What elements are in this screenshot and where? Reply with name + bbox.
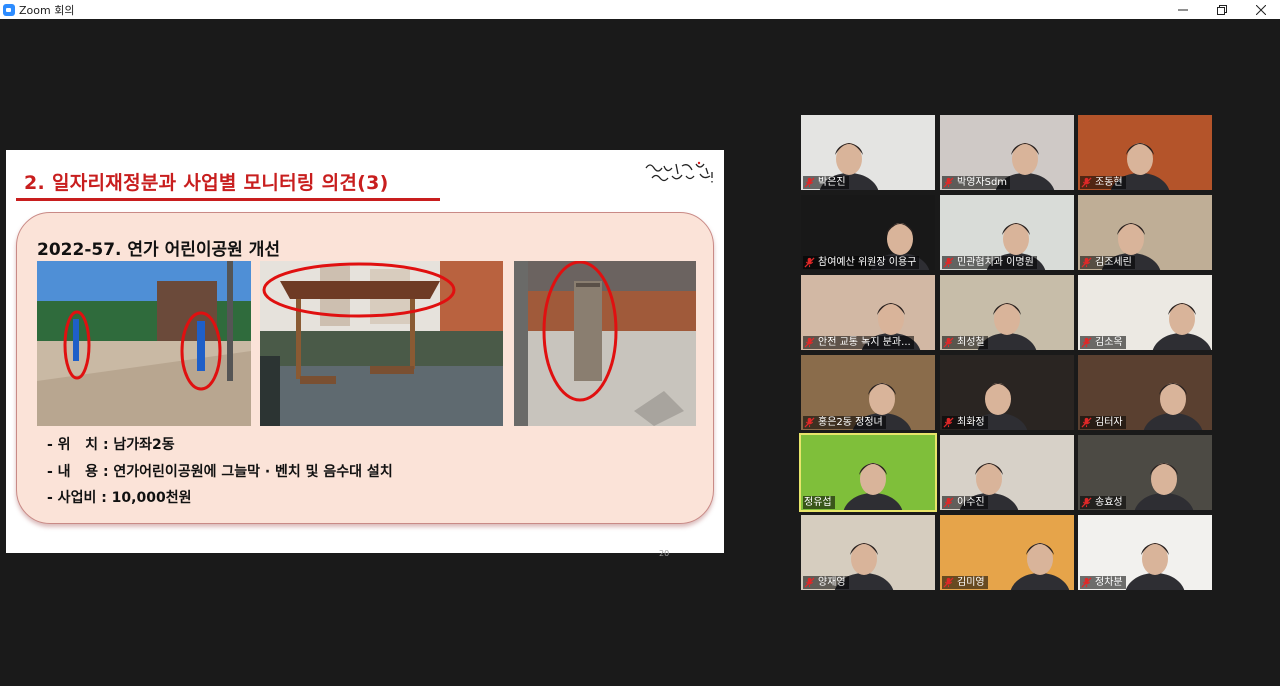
participant-name-label: 박은진 — [803, 176, 849, 189]
project-title: 2022-57. 연가 어린이공원 개선 — [37, 240, 281, 260]
detail-content: - 내 용 : 연가어린이공원에 그늘막 · 벤치 및 음수대 설치 — [47, 464, 393, 480]
muted-microphone-icon — [1081, 417, 1092, 428]
participant-name-label: 김조세린 — [1080, 256, 1135, 269]
muted-microphone-icon — [943, 417, 954, 428]
participant-tile[interactable]: 김조세린 — [1078, 195, 1212, 270]
participant-name: 박은진 — [818, 177, 846, 188]
participant-name-label: 김터자 — [1080, 416, 1126, 429]
close-button[interactable] — [1241, 0, 1280, 19]
participant-name-label: 참여예산 위원장 이용구 — [803, 256, 920, 269]
participant-name: 박영자Sdm — [957, 177, 1008, 188]
participant-name-label: 최화정 — [942, 416, 988, 429]
slide-heading: 2. 일자리재정분과 사업별 모니터링 의견(3) — [24, 172, 389, 194]
minimize-button[interactable] — [1163, 0, 1202, 19]
muted-microphone-icon — [943, 337, 954, 348]
participant-name: 김터자 — [1095, 417, 1123, 428]
participant-name: 정차분 — [1095, 577, 1123, 588]
participant-tile[interactable]: 김미영 — [940, 515, 1074, 590]
participant-tile[interactable]: 김소옥 — [1078, 275, 1212, 350]
window-titlebar: Zoom 회의 — [0, 0, 1280, 19]
participant-name-label: 조동현 — [1080, 176, 1126, 189]
seodaemun-logo — [645, 161, 713, 183]
participant-name-label: 홍은2동 정정녀 — [803, 416, 886, 429]
restore-icon — [1216, 4, 1227, 15]
park-photo-drinking-fountain — [514, 261, 696, 426]
participant-tile[interactable]: 안전 교통 녹지 분과... — [801, 275, 935, 350]
participant-name: 정유섭 — [804, 497, 832, 508]
muted-microphone-icon — [1081, 257, 1092, 268]
participant-tile[interactable]: 양재영 — [801, 515, 935, 590]
shared-screen-slide: 2. 일자리재정분과 사업별 모니터링 의견(3) 2022-57. 연가 어린… — [6, 150, 724, 558]
park-photo-pergola — [260, 261, 503, 426]
participant-name: 안전 교통 녹지 분과... — [818, 337, 911, 348]
window-title: Zoom 회의 — [19, 3, 75, 17]
participant-name: 양재영 — [818, 577, 846, 588]
participant-tile[interactable]: 박은진 — [801, 115, 935, 190]
participant-name: 참여예산 위원장 이용구 — [818, 257, 917, 268]
muted-microphone-icon — [804, 177, 815, 188]
muted-microphone-icon — [943, 577, 954, 588]
muted-microphone-icon — [804, 257, 815, 268]
muted-microphone-icon — [804, 577, 815, 588]
restore-button[interactable] — [1202, 0, 1241, 19]
project-panel: 2022-57. 연가 어린이공원 개선 - 위 치: 남가좌2동 - 내 용… — [16, 212, 714, 524]
muted-microphone-icon — [804, 417, 815, 428]
participant-name-label: 이수진 — [942, 496, 988, 509]
participant-name-label: 김소옥 — [1080, 336, 1126, 349]
participant-tile[interactable]: 참여예산 위원장 이용구 — [801, 195, 935, 270]
muted-microphone-icon — [1081, 337, 1092, 348]
zoom-logo-icon — [3, 3, 15, 16]
participant-name: 이수진 — [957, 497, 985, 508]
participant-name-label: 안전 교통 녹지 분과... — [803, 336, 914, 349]
participant-name: 홍은2동 정정녀 — [818, 417, 883, 428]
park-photo-umbrellas — [37, 261, 251, 426]
participant-name-label: 김미영 — [942, 576, 988, 589]
meeting-area: 2. 일자리재정분과 사업별 모니터링 의견(3) 2022-57. 연가 어린… — [0, 19, 1280, 686]
participant-tile[interactable]: 정유섭 — [799, 433, 937, 512]
participant-tile[interactable]: 정차분 — [1078, 515, 1212, 590]
muted-microphone-icon — [943, 497, 954, 508]
participant-name-label: 정차분 — [1080, 576, 1126, 589]
participant-tile[interactable]: 조동현 — [1078, 115, 1212, 190]
participant-name: 최화정 — [957, 417, 985, 428]
minimize-icon — [1177, 9, 1188, 10]
heading-underline — [16, 198, 440, 201]
muted-microphone-icon — [1081, 497, 1092, 508]
participant-name: 김소옥 — [1095, 337, 1123, 348]
participant-name: 김미영 — [957, 577, 985, 588]
participant-name-label: 박영자Sdm — [942, 176, 1011, 189]
participant-name-label: 민관협치과 이명원 — [942, 256, 1037, 269]
detail-budget: - 사업비 : 10,000천원 — [47, 490, 192, 506]
participant-name-label: 최성철 — [942, 336, 988, 349]
muted-microphone-icon — [1081, 577, 1092, 588]
participant-name: 김조세린 — [1095, 257, 1132, 268]
participant-name: 조동현 — [1095, 177, 1123, 188]
detail-location: - 위 치 : 남가좌2동 — [47, 437, 175, 453]
participant-name: 송효성 — [1095, 497, 1123, 508]
muted-microphone-icon — [1081, 177, 1092, 188]
participant-tile[interactable]: 민관협치과 이명원 — [940, 195, 1074, 270]
muted-microphone-icon — [943, 257, 954, 268]
slide-page-number: 20 — [659, 549, 670, 558]
participant-tile[interactable]: 최성철 — [940, 275, 1074, 350]
participant-name-label: 송효성 — [1080, 496, 1126, 509]
participant-tile[interactable]: 박영자Sdm — [940, 115, 1074, 190]
participant-tile[interactable]: 송효성 — [1078, 435, 1212, 510]
muted-microphone-icon — [943, 177, 954, 188]
participant-name: 민관협치과 이명원 — [957, 257, 1034, 268]
participant-tile[interactable]: 이수진 — [940, 435, 1074, 510]
window-controls — [1163, 0, 1280, 19]
muted-microphone-icon — [804, 337, 815, 348]
participant-tile[interactable]: 김터자 — [1078, 355, 1212, 430]
close-icon — [1255, 4, 1266, 15]
participant-name-label: 정유섭 — [803, 496, 835, 509]
participant-name: 최성철 — [957, 337, 985, 348]
participant-name-label: 양재영 — [803, 576, 849, 589]
participant-tile[interactable]: 홍은2동 정정녀 — [801, 355, 935, 430]
participant-tile[interactable]: 최화정 — [940, 355, 1074, 430]
